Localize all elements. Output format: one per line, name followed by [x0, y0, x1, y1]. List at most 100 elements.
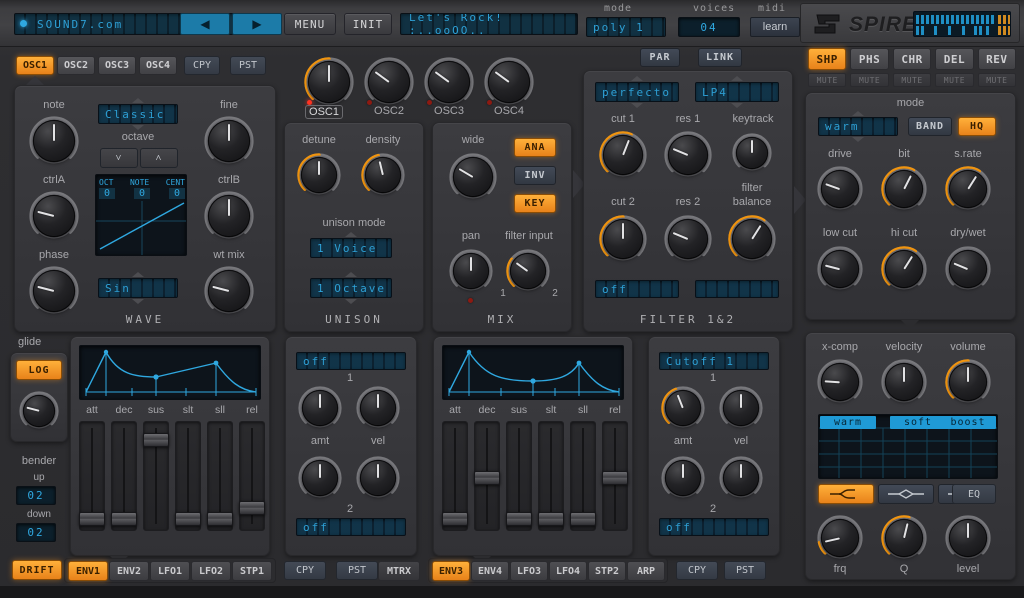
- env1-slider-rel[interactable]: [239, 421, 265, 531]
- shaper-mode-up-icon[interactable]: [852, 111, 864, 116]
- env3-tab-env3[interactable]: ENV3: [432, 561, 470, 581]
- mod1-dest2-selector[interactable]: off: [296, 518, 406, 536]
- unison-voice-selector[interactable]: 1 Voice: [310, 238, 392, 258]
- wave-up-arrow-icon[interactable]: [132, 272, 144, 277]
- mod2-amt1-knob[interactable]: [660, 385, 706, 431]
- level-knob[interactable]: [944, 514, 992, 562]
- keytrack-knob[interactable]: [731, 132, 773, 174]
- init-button[interactable]: INIT: [344, 13, 392, 35]
- lowcut-knob[interactable]: [816, 245, 864, 293]
- mod2-amt2-knob[interactable]: [660, 455, 706, 501]
- fx-mute-button-0[interactable]: MUTE: [808, 73, 847, 87]
- drywet-knob[interactable]: [944, 245, 992, 293]
- env3-paste-button[interactable]: PST: [724, 561, 766, 580]
- fx-mute-button-2[interactable]: MUTE: [892, 73, 932, 87]
- algo-down-arrow-icon[interactable]: [132, 125, 144, 130]
- env3-copy-button[interactable]: CPY: [676, 561, 718, 580]
- filter-preset-down-icon[interactable]: [631, 103, 643, 108]
- fx-mute-button-1[interactable]: MUTE: [850, 73, 889, 87]
- fx-tab-chr[interactable]: CHR: [892, 48, 932, 70]
- env3-tab-arp[interactable]: ARP: [627, 561, 665, 581]
- osc-tab-osc4[interactable]: OSC4: [139, 56, 177, 75]
- env1-copy-button[interactable]: CPY: [284, 561, 326, 580]
- unison-voice-up-icon[interactable]: [345, 232, 357, 237]
- velocity-knob[interactable]: [880, 358, 928, 406]
- eq-band-boost[interactable]: boost: [940, 416, 996, 429]
- tune-value-oct[interactable]: 0: [99, 188, 116, 199]
- eq-band-warm[interactable]: warm: [820, 416, 876, 429]
- filter-type-down-icon[interactable]: [731, 103, 743, 108]
- filter-mod2-selector[interactable]: [695, 280, 779, 298]
- fine-knob[interactable]: [203, 115, 255, 167]
- pan-knob[interactable]: [448, 248, 494, 294]
- bit-knob[interactable]: [880, 165, 928, 213]
- res2-knob[interactable]: [663, 214, 713, 264]
- fx-tab-shp[interactable]: SHP: [808, 48, 847, 70]
- midi-learn-button[interactable]: learn: [750, 17, 800, 37]
- mod2-vel2-knob[interactable]: [718, 455, 764, 501]
- env1-slider-att[interactable]: [79, 421, 105, 531]
- glide-amount-knob[interactable]: [18, 390, 60, 432]
- cut2-knob[interactable]: [598, 214, 648, 264]
- hq-button[interactable]: HQ: [958, 117, 996, 136]
- env1-curve-display[interactable]: [79, 345, 261, 400]
- env3-slider-rel[interactable]: [602, 421, 628, 531]
- detune-knob[interactable]: [296, 152, 342, 198]
- shaper-mode-selector[interactable]: warm: [818, 117, 898, 136]
- unison-octave-down-icon[interactable]: [345, 299, 357, 304]
- mod2-dest2-selector[interactable]: off: [659, 518, 769, 536]
- slider-thumb[interactable]: [111, 512, 137, 527]
- algo-up-arrow-icon[interactable]: [132, 98, 144, 103]
- slider-thumb[interactable]: [175, 512, 201, 527]
- env3-slider-att[interactable]: [442, 421, 468, 531]
- env1-paste-button[interactable]: PST: [336, 561, 378, 580]
- slider-thumb[interactable]: [538, 512, 564, 527]
- env3-tab-stp2[interactable]: STP2: [588, 561, 626, 581]
- osc-copy-button[interactable]: CPY: [184, 56, 220, 75]
- eq-band-soft[interactable]: soft: [890, 416, 946, 429]
- slider-thumb[interactable]: [506, 512, 532, 527]
- env1-tab-env2[interactable]: ENV2: [109, 561, 149, 581]
- note-knob[interactable]: [28, 115, 80, 167]
- env3-tab-env4[interactable]: ENV4: [471, 561, 509, 581]
- eq-toggle-button[interactable]: EQ: [952, 484, 996, 504]
- ctrla-knob[interactable]: [28, 190, 80, 242]
- voice-mode-selector[interactable]: poly 1: [586, 17, 666, 37]
- fx-tab-phs[interactable]: PHS: [850, 48, 889, 70]
- env1-tab-stp1[interactable]: STP1: [232, 561, 272, 581]
- voices-display[interactable]: 04: [678, 17, 740, 37]
- osc-tab-osc1[interactable]: OSC1: [16, 56, 54, 75]
- mod1-dest1-selector[interactable]: off: [296, 352, 406, 370]
- slider-thumb[interactable]: [143, 433, 169, 448]
- env1-slider-dec[interactable]: [111, 421, 137, 531]
- filter-par-button[interactable]: PAR: [640, 48, 680, 67]
- osc-tab-osc2[interactable]: OSC2: [57, 56, 95, 75]
- density-knob[interactable]: [360, 152, 406, 198]
- res1-knob[interactable]: [663, 130, 713, 180]
- filter-preset-up-icon[interactable]: [631, 76, 643, 81]
- env1-tab-lfo1[interactable]: LFO1: [150, 561, 190, 581]
- srate-knob[interactable]: [944, 165, 992, 213]
- tune-value-cent[interactable]: 0: [168, 188, 185, 199]
- tune-value-note[interactable]: 0: [133, 188, 151, 199]
- frq-knob[interactable]: [816, 514, 864, 562]
- slider-thumb[interactable]: [442, 512, 468, 527]
- eq-shape-low-shelf-button[interactable]: [818, 484, 874, 504]
- filter-input-knob[interactable]: [505, 248, 551, 294]
- shaper-mode-down-icon[interactable]: [852, 137, 864, 142]
- filter-type-up-icon[interactable]: [731, 76, 743, 81]
- slider-thumb[interactable]: [239, 500, 265, 515]
- osc-wave-selector[interactable]: Sin: [98, 278, 178, 298]
- slider-thumb[interactable]: [474, 471, 500, 485]
- octave-down-button[interactable]: ˅: [100, 148, 138, 168]
- menu-button[interactable]: MENU: [284, 13, 336, 35]
- slider-thumb[interactable]: [570, 512, 596, 527]
- preset-name-display[interactable]: Let's Rock! :..ooOO..: [400, 13, 578, 35]
- slider-thumb[interactable]: [207, 512, 233, 527]
- inv-button[interactable]: INV: [514, 166, 556, 185]
- ana-button[interactable]: ANA: [514, 138, 556, 157]
- key-button[interactable]: KEY: [514, 194, 556, 213]
- filter-mod1-selector[interactable]: off: [595, 280, 679, 298]
- env1-tab-lfo2[interactable]: LFO2: [191, 561, 231, 581]
- osc-algorithm-selector[interactable]: Classic: [98, 104, 178, 124]
